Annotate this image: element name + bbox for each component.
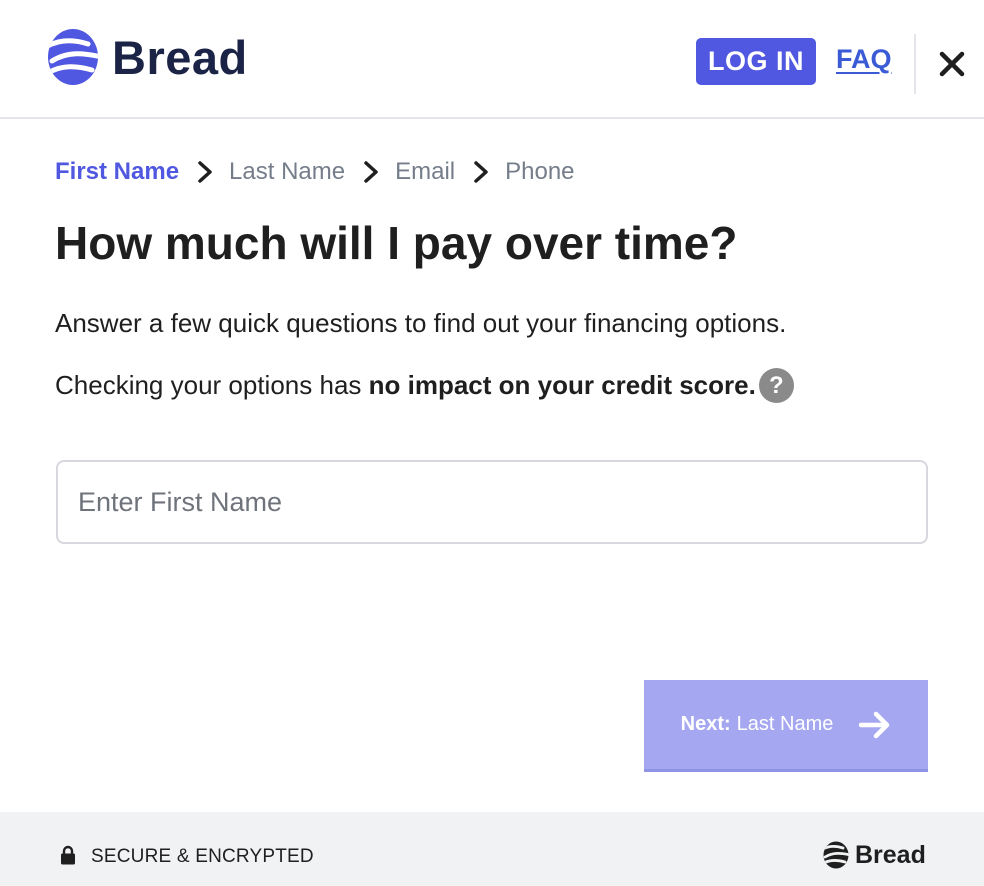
next-button-prefix: Next: — [680, 713, 731, 735]
header: Bread LOG IN FAQ — [0, 0, 984, 119]
breadcrumb-first-name: First Name — [55, 158, 180, 185]
bread-logo[interactable]: Bread — [48, 28, 248, 86]
footer-brand-logo: Bread — [823, 840, 926, 870]
first-name-input[interactable] — [56, 460, 928, 544]
brand-wordmark: Bread — [112, 30, 248, 84]
chevron-right-icon — [474, 161, 488, 183]
page-title: How much will I pay over time? — [55, 217, 738, 269]
chevron-right-icon — [198, 161, 212, 183]
lock-icon — [61, 845, 75, 865]
footer: SECURE & ENCRYPTED Bread — [0, 812, 984, 886]
breadcrumb-last-name: Last Name — [229, 158, 346, 185]
bread-logo-icon — [823, 841, 849, 869]
next-button-label: Last Name — [736, 713, 834, 735]
footer-wordmark: Bread — [855, 840, 926, 869]
bread-logo-icon — [48, 29, 98, 85]
header-divider — [914, 34, 916, 94]
credit-impact-text: Checking your options has no impact on y… — [55, 368, 794, 403]
next-button[interactable]: Next: Last Name — [644, 680, 928, 772]
credit-impact-bold: no impact on your credit score. — [368, 370, 756, 400]
faq-link[interactable]: FAQ — [836, 44, 892, 84]
secure-label: SECURE & ENCRYPTED — [91, 846, 314, 867]
chevron-right-icon — [364, 161, 378, 183]
login-button[interactable]: LOG IN — [696, 38, 816, 85]
breadcrumb-phone: Phone — [505, 158, 575, 185]
close-icon[interactable] — [938, 50, 966, 78]
intro-text: Answer a few quick questions to find out… — [55, 308, 787, 338]
credit-impact-prefix: Checking your options has — [55, 370, 369, 400]
arrow-right-icon — [859, 711, 890, 738]
breadcrumb-email: Email — [395, 158, 456, 185]
breadcrumb: First Name Last Name Email Phone — [55, 156, 575, 188]
question-icon[interactable]: ? — [758, 368, 794, 403]
